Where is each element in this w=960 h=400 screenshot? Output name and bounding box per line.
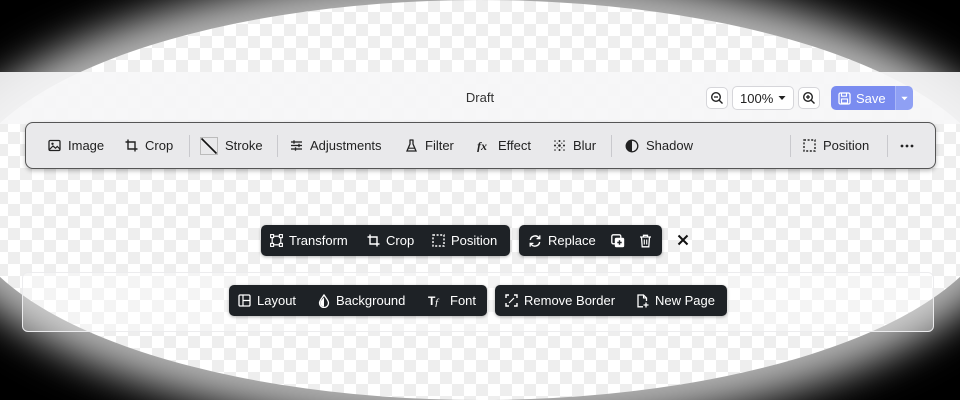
transform-label: Transform [289,233,348,248]
position-label: Position [823,138,870,153]
image-label: Image [68,138,105,153]
duplicate-icon [611,233,625,247]
crop-icon [125,139,138,152]
zoom-out-icon [710,91,723,104]
new-page-button[interactable]: New Page [636,285,715,316]
save-split-button: Save [831,86,913,110]
shadow-button[interactable]: Shadow [625,123,693,168]
adjustments-label: Adjustments [310,138,382,153]
floating-replace-toolbar: Replace [519,225,662,256]
replace-icon [529,234,541,247]
transform-icon [270,234,283,247]
zoom-in-button[interactable] [798,87,820,109]
effect-label: Effect [498,138,532,153]
toolbar-divider [189,135,190,157]
close-icon [677,234,689,246]
floppy-disk-icon [838,91,851,105]
canvas-area: Draft 100% Save Image Crop Stroke Adjust… [0,0,960,400]
toolbar-divider [887,135,888,157]
transparent-canvas-background [0,0,960,400]
blur-label: Blur [573,138,597,153]
remove-border-icon [505,294,518,307]
layout-icon [238,294,251,307]
stroke-button[interactable]: Stroke [200,123,263,168]
toolbar-divider [611,135,612,157]
stroke-label: Stroke [225,138,263,153]
effect-button[interactable]: fx Effect [477,123,531,168]
position-button[interactable]: Position [432,225,497,256]
svg-text:f: f [435,297,440,307]
close-button[interactable] [675,232,691,248]
image-icon [48,139,61,152]
position-icon [432,234,445,247]
toolbar-divider [790,135,791,157]
save-options-button[interactable] [894,86,913,110]
new-page-label: New Page [655,293,715,308]
toolbar-divider [277,135,278,157]
replace-button[interactable]: Replace [528,225,596,256]
position-button[interactable]: Position [803,123,869,168]
font-icon: Tf [428,294,440,307]
crop-icon [367,234,380,247]
floating-border-toolbar: Remove Border New Page [495,285,727,316]
crop-button[interactable]: Crop [367,225,414,256]
zoom-out-button[interactable] [706,87,728,109]
layout-button[interactable]: Layout [238,285,296,316]
blur-button[interactable]: Blur [553,123,596,168]
crop-label: Crop [145,138,174,153]
svg-text:fx: fx [477,139,487,152]
zoom-in-icon [802,91,815,104]
transform-button[interactable]: Transform [270,225,348,256]
image-toolbar: Image Crop Stroke Adjustments Filter fx … [25,122,936,169]
trash-icon [640,234,651,247]
zoom-level-value: 100% [740,90,774,106]
more-options-button[interactable] [900,123,914,168]
layout-label: Layout [257,293,297,308]
shadow-label: Shadow [646,138,693,153]
fx-icon: fx [477,139,487,152]
filter-label: Filter [425,138,454,153]
blur-icon [554,140,565,151]
image-button[interactable]: Image [48,123,104,168]
stroke-icon [200,136,218,155]
zoom-controls: 100% [706,86,820,110]
duplicate-button[interactable] [611,225,625,256]
flask-icon [406,138,417,152]
shadow-icon [625,139,639,152]
more-horizontal-icon [900,144,914,147]
replace-label: Replace [548,233,596,248]
font-label: Font [450,293,477,308]
floating-transform-toolbar: Transform Crop Position [261,225,510,256]
background-label: Background [336,293,406,308]
position-icon [803,139,816,152]
crop-button[interactable]: Crop [125,123,173,168]
adjustments-button[interactable]: Adjustments [290,123,382,168]
delete-button[interactable] [639,225,652,256]
background-button[interactable]: Background [318,285,405,316]
font-button[interactable]: Tf Font [428,285,476,316]
droplet-icon [318,293,330,308]
sliders-icon [291,140,302,151]
chevron-down-icon [900,96,908,100]
position-label: Position [451,233,498,248]
save-label: Save [856,90,886,106]
crop-label: Crop [386,233,415,248]
filter-button[interactable]: Filter [405,123,454,168]
save-button[interactable]: Save [831,86,895,110]
new-page-icon [637,293,649,307]
remove-border-button[interactable]: Remove Border [505,285,615,316]
chevron-down-icon [778,96,786,100]
remove-border-label: Remove Border [524,293,616,308]
floating-page-toolbar: Layout Background Tf Font [229,285,487,316]
zoom-level-select[interactable]: 100% [732,86,794,110]
